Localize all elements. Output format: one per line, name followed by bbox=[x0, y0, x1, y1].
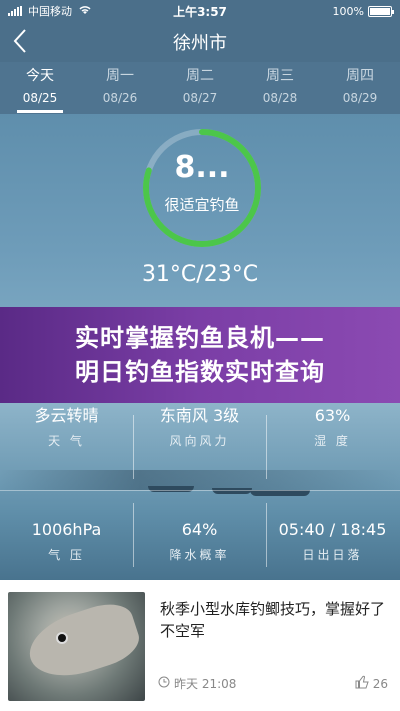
sun-cell: 05:40 / 18:45 日出日落 bbox=[266, 520, 399, 563]
clock: 上午3:57 bbox=[173, 4, 227, 19]
tab-day-date: 08/25 bbox=[22, 91, 58, 105]
tab-day-date: 08/26 bbox=[102, 91, 138, 105]
fishing-index-label: 很适宜钓鱼 bbox=[164, 196, 240, 214]
back-chevron-icon[interactable] bbox=[12, 28, 28, 59]
humidity-value: 63% bbox=[314, 406, 351, 425]
weather-value: 多云转晴 bbox=[34, 406, 99, 425]
status-bar: 中国移动 上午3:57 100% bbox=[0, 0, 400, 22]
precip-cell: 64% 降水概率 bbox=[133, 520, 266, 563]
city-title: 徐州市 bbox=[173, 33, 227, 54]
banner-line-2: 明日钓鱼指数实时查询 bbox=[75, 358, 325, 386]
tab-day-0[interactable]: 今天 08/25 bbox=[0, 62, 80, 114]
like-count: 26 bbox=[372, 676, 388, 691]
battery-icon bbox=[368, 5, 394, 17]
clock-icon bbox=[158, 676, 170, 691]
weather-label: 天 气 bbox=[48, 434, 85, 448]
carrier-name: 中国移动 bbox=[28, 5, 72, 18]
precip-value: 64% bbox=[181, 520, 218, 539]
wind-label: 风向风力 bbox=[169, 434, 230, 448]
thumbs-up-icon bbox=[355, 675, 369, 692]
wind-cell: 东南风 3级 风向风力 bbox=[133, 406, 266, 449]
precip-label: 降水概率 bbox=[169, 548, 230, 562]
tab-day-date: 08/29 bbox=[342, 91, 378, 105]
pressure-cell: 1006hPa 气 压 bbox=[0, 520, 133, 563]
sunrise-sunset-value: 05:40 / 18:45 bbox=[278, 520, 387, 539]
weather-cell: 多云转晴 天 气 bbox=[0, 406, 133, 449]
wifi-icon bbox=[78, 4, 92, 18]
tab-day-label: 周二 bbox=[186, 68, 214, 84]
like-button[interactable]: 26 bbox=[355, 675, 388, 692]
temperature-range: 31°C/23°C bbox=[141, 262, 259, 287]
humidity-label: 湿 度 bbox=[314, 434, 351, 448]
tab-day-label: 今天 bbox=[26, 68, 54, 84]
weather-details-grid: 多云转晴 天 气 东南风 3级 风向风力 63% 湿 度 1006hPa 气 压… bbox=[0, 403, 400, 577]
humidity-cell: 63% 湿 度 bbox=[266, 406, 399, 449]
tab-day-4[interactable]: 周四 08/29 bbox=[320, 62, 400, 114]
day-tabs: 今天 08/25 周一 08/26 周二 08/27 周三 08/28 周四 0… bbox=[0, 62, 400, 114]
tab-day-date: 08/28 bbox=[262, 91, 298, 105]
pressure-value: 1006hPa bbox=[31, 520, 102, 539]
fish-eye bbox=[56, 632, 68, 644]
fishing-index-value: 8... bbox=[174, 150, 230, 185]
active-tab-indicator bbox=[17, 110, 63, 113]
gauge-text: 8... 很适宜钓鱼 bbox=[140, 148, 264, 215]
article-meta: 昨天 21:08 bbox=[158, 675, 236, 692]
signal-icon bbox=[8, 6, 22, 16]
article-time: 昨天 21:08 bbox=[174, 677, 237, 691]
article-thumbnail bbox=[8, 592, 145, 701]
tab-day-label: 周四 bbox=[346, 68, 374, 84]
pressure-label: 气 压 bbox=[48, 548, 85, 562]
promo-banner: 实时掌握钓鱼良机—— 明日钓鱼指数实时查询 bbox=[0, 307, 400, 403]
article-title: 秋季小型水库钓鲫技巧，掌握好了不空军 bbox=[160, 600, 386, 640]
nav-bar: 徐州市 bbox=[0, 22, 400, 62]
divider bbox=[0, 490, 400, 491]
article-card[interactable]: 秋季小型水库钓鲫技巧，掌握好了不空军 昨天 21:08 26 bbox=[0, 580, 400, 711]
battery-percent: 100% bbox=[332, 4, 364, 18]
tab-day-date: 08/27 bbox=[182, 91, 218, 105]
tab-day-label: 周一 bbox=[106, 68, 134, 84]
sunrise-sunset-label: 日出日落 bbox=[302, 548, 363, 562]
tab-day-1[interactable]: 周一 08/26 bbox=[80, 62, 160, 114]
tab-day-3[interactable]: 周三 08/28 bbox=[240, 62, 320, 114]
tab-day-2[interactable]: 周二 08/27 bbox=[160, 62, 240, 114]
banner-line-1: 实时掌握钓鱼良机—— bbox=[75, 324, 325, 352]
tab-day-label: 周三 bbox=[266, 68, 294, 84]
fish-image bbox=[21, 596, 145, 688]
wind-value: 东南风 3级 bbox=[159, 406, 240, 425]
